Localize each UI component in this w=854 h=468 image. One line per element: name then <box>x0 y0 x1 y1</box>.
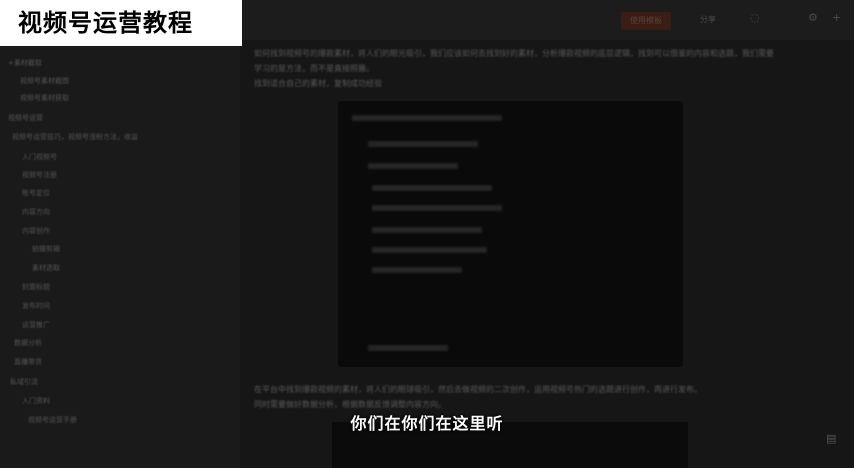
embedded-video-screenshot[interactable] <box>338 101 683 367</box>
sidebar-item[interactable]: 素材选取 <box>32 263 60 273</box>
sidebar-item[interactable]: +素材截取 <box>8 58 42 68</box>
video-text-line <box>372 185 492 191</box>
bell-icon[interactable]: ◌ <box>750 11 760 24</box>
video-text-line <box>368 141 478 147</box>
sidebar-item[interactable]: 视频号注册 <box>22 170 57 180</box>
sidebar: +素材截取 视频号素材截图 视频号素材获取 视频号运营 视频号运营技巧，视频号涨… <box>0 40 240 468</box>
sidebar-item[interactable]: 视频号运营 <box>8 113 43 123</box>
sidebar-item[interactable]: 数据分析 <box>14 338 42 348</box>
content-paragraph: 如何找到视频号的爆款素材，将人们的眼光吸引，我们应该如何去找到好的素材，分析爆款… <box>254 49 774 73</box>
sidebar-item[interactable]: 发布时间 <box>22 301 50 311</box>
video-text-line <box>368 345 448 351</box>
sidebar-item[interactable]: 视频号运营技巧，视频号涨粉方法，收益 <box>12 132 138 142</box>
video-text-line <box>372 227 482 233</box>
plus-icon[interactable]: + <box>832 11 841 24</box>
sidebar-item[interactable]: 直播带货 <box>14 357 42 367</box>
sidebar-item[interactable]: 运营推广 <box>22 320 50 330</box>
gear-icon[interactable]: ⚙ <box>808 11 818 24</box>
video-text-line <box>352 115 502 121</box>
content-paragraph-line: 找到适合自己的素材，复制成功经验 <box>254 79 382 88</box>
video-title-banner: 视频号运营教程 <box>0 0 242 46</box>
video-text-line <box>372 267 462 273</box>
sidebar-item[interactable]: 内容创作 <box>22 226 50 236</box>
sidebar-item[interactable]: 内容方向 <box>22 207 50 217</box>
video-text-line <box>368 163 458 169</box>
sidebar-item[interactable]: 视频号素材截图 <box>20 76 69 86</box>
sidebar-item[interactable]: 视频号素材获取 <box>20 93 69 103</box>
use-template-button[interactable]: 使用模板 <box>621 12 671 30</box>
video-subtitle: 你们在你们在这里听 <box>350 414 504 433</box>
sidebar-item[interactable]: 封面标题 <box>22 282 50 292</box>
sidebar-item[interactable]: 入门视频号 <box>22 152 57 162</box>
sidebar-item[interactable]: 私域引流 <box>10 377 38 387</box>
video-text-line <box>372 205 502 211</box>
sidebar-item[interactable]: 入门资料 <box>22 396 50 406</box>
video-text-line <box>372 247 487 253</box>
content-paragraph: 在平台中找到爆款视频的素材，将人们的眼球吸引，然后去做视频的二次创作，运用视频号… <box>254 385 702 394</box>
share-link[interactable]: 分享 <box>700 14 716 25</box>
sidebar-item[interactable]: 拍摄剪辑 <box>32 244 60 254</box>
sidebar-item[interactable]: 账号定位 <box>22 188 50 198</box>
